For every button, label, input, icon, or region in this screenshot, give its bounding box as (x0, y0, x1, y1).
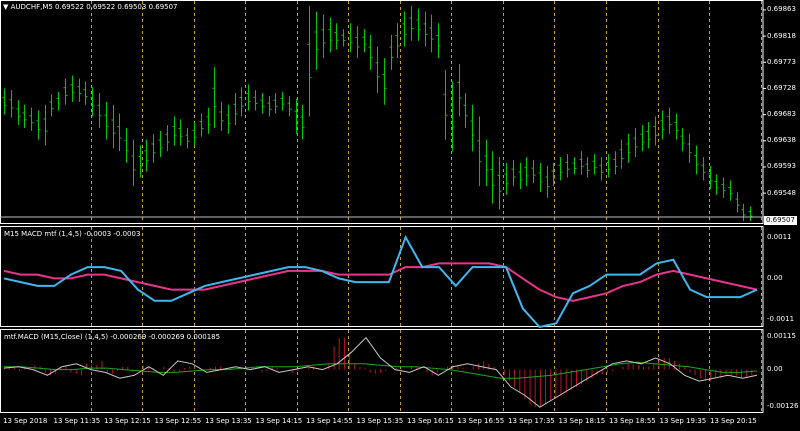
time-tick-label: 13 Sep 19:35 (659, 417, 707, 425)
time-tick-label: 13 Sep 15:35 (356, 417, 404, 425)
mtf-macd-title: mtf.MACD (M15,Close) (1,4,5) -0.000269 -… (4, 333, 221, 341)
price-tick-label: 0.69548 (767, 188, 796, 197)
price-tick-label: 0.69863 (767, 5, 796, 14)
time-tick-label: 13 Sep 16:55 (457, 417, 505, 425)
macd-tick-label: -0.0011 (767, 315, 795, 324)
macd-line (3, 234, 758, 329)
time-tick-label: 13 Sep 12:15 (104, 417, 151, 425)
time-tick-label: 13 Sep 2018 (3, 417, 48, 425)
time-tick-label: 13 Sep 14:55 (306, 417, 353, 425)
price-tick-label: 0.69773 (767, 57, 796, 66)
price-tick-label: 0.69683 (767, 110, 796, 119)
mtf-macd-plot (3, 336, 758, 408)
mtf-tick-label: 0.00115 (767, 331, 796, 340)
price-tick-label: 0.69728 (767, 83, 796, 92)
time-tick-label: 13 Sep 18:15 (558, 417, 606, 425)
time-tick-label: 13 Sep 11:35 (53, 417, 101, 425)
price-bars (2, 5, 753, 222)
panel-borders (0, 0, 766, 413)
macd-tick-label: 0.0011 (767, 232, 792, 241)
main-title-text: AUDCHF,M5 0.69522 0.69522 0.69503 0.6950… (10, 3, 178, 11)
current-price-label: 0.69507 (764, 216, 797, 225)
time-tick-label: 13 Sep 17:35 (508, 417, 555, 425)
time-tick-label: 13 Sep 20:15 (710, 417, 757, 425)
price-tick-label: 0.69818 (767, 31, 796, 40)
mtf-main-line (3, 336, 758, 408)
mtf-tick-label: -0.00126 (767, 401, 799, 410)
macd-lines (3, 234, 758, 329)
panel-frame-1 (0, 0, 764, 224)
time-tick-label: 13 Sep 18:55 (609, 417, 656, 425)
price-tick-label: 0.69638 (767, 136, 796, 145)
time-tick-label: 13 Sep 12:55 (154, 417, 202, 425)
time-tick-label: 13 Sep 14:15 (255, 417, 303, 425)
time-tick-label: 13 Sep 16:15 (407, 417, 454, 425)
macd-title: M15 MACD mtf (1,4,5) -0.0003 -0.0003 (4, 230, 141, 238)
price-tick-label: 0.69593 (767, 162, 796, 171)
mtf-tick-label: 0.00 (767, 365, 783, 374)
macd-tick-label: 0.00 (767, 273, 783, 282)
period-separators (91, 1, 762, 412)
chart-menu-arrow-icon[interactable]: ▼ (3, 3, 8, 11)
main-title[interactable]: ▼ AUDCHF,M5 0.69522 0.69522 0.69503 0.69… (3, 3, 178, 12)
chart-canvas[interactable] (0, 0, 800, 431)
time-tick-label: 13 Sep 13:35 (205, 417, 252, 425)
